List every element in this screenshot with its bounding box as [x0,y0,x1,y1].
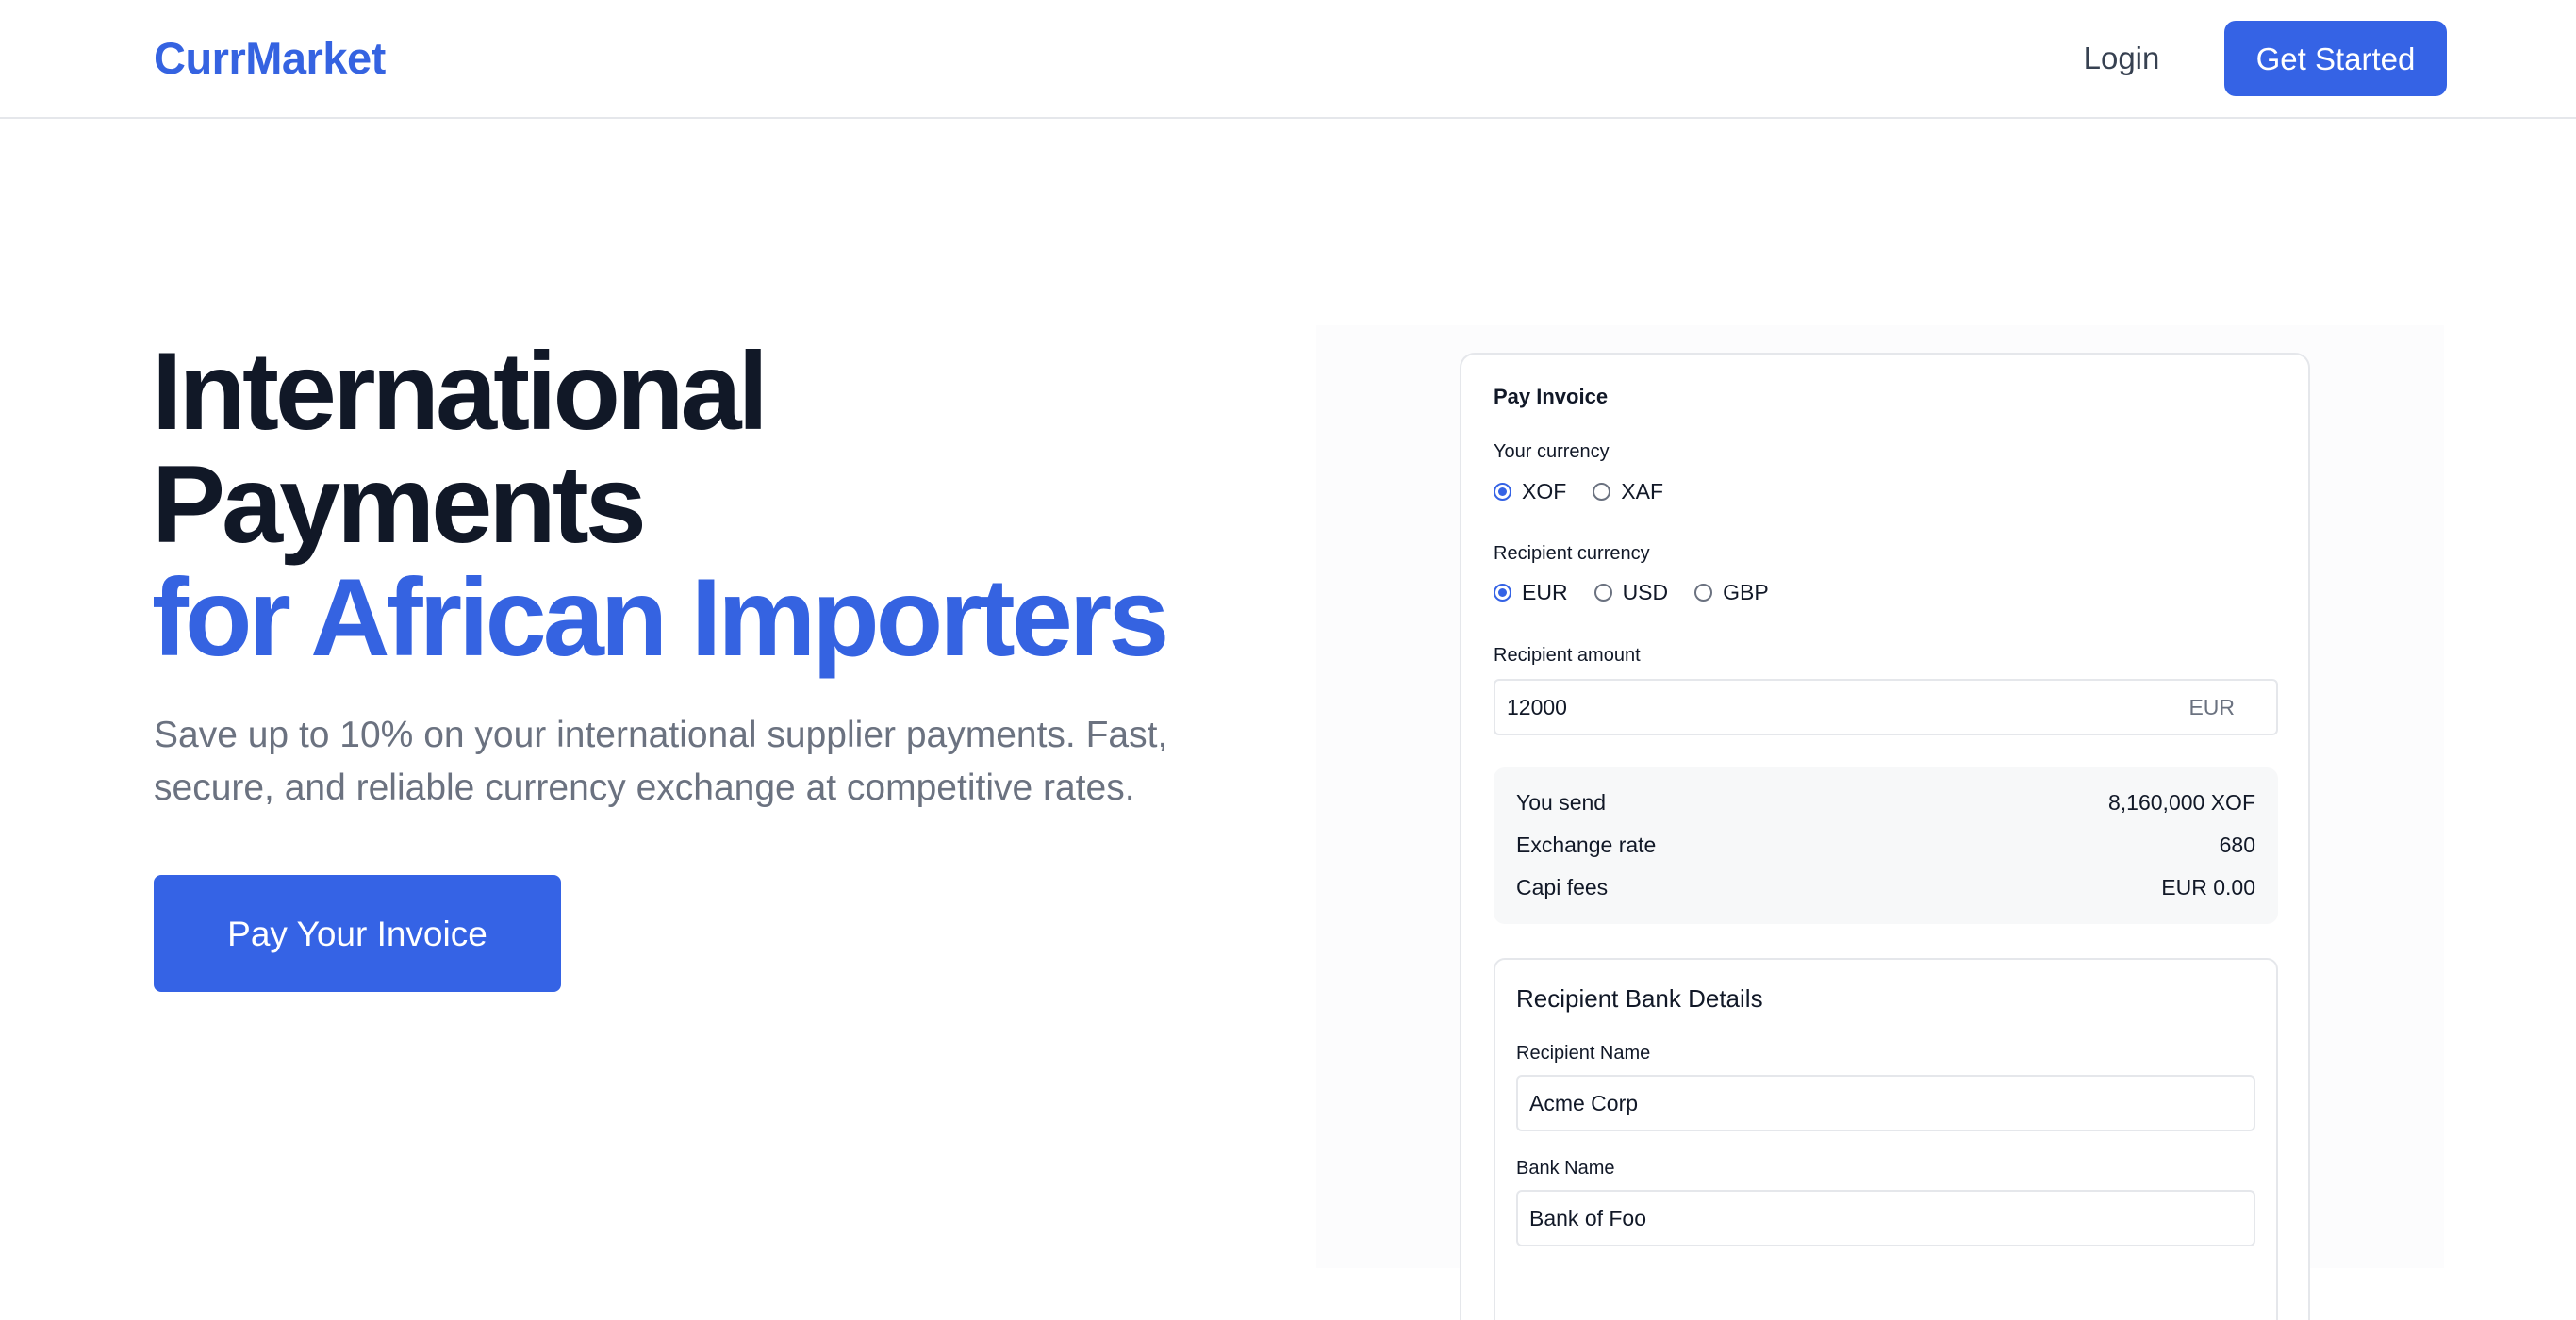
recipient-name-label: Recipient Name [1516,1043,1651,1064]
hero-title-line-1: International [152,329,768,453]
radio-gbp[interactable]: GBP [1694,580,1769,605]
radio-xof-label: XOF [1522,478,1567,503]
recipient-amount-label: Recipient amount [1494,645,1641,666]
radio-xof[interactable]: XOF [1494,479,1566,504]
top-nav: CurrMarket Login Get Started [0,0,2576,119]
radio-xaf[interactable]: XAF [1593,479,1663,504]
login-link[interactable]: Login [2065,34,2178,83]
bank-name-input[interactable]: Bank of Foo [1516,1190,2255,1246]
hero-title: International Payments for African Impor… [152,335,1378,674]
radio-gbp-label: GBP [1723,579,1769,604]
radio-xof-indicator[interactable] [1494,482,1511,501]
bank-name-label: Bank Name [1516,1158,1615,1179]
radio-eur[interactable]: EUR [1494,580,1568,605]
recipient-amount-input[interactable]: 12000 EUR [1494,679,2278,735]
summary-row-fees: Capi fees EUR 0.00 [1516,875,2255,900]
radio-eur-indicator[interactable] [1494,583,1511,602]
recipient-name-input[interactable]: Acme Corp [1516,1075,2255,1131]
fees-value: EUR 0.00 [2161,875,2255,899]
radio-usd-indicator[interactable] [1593,583,1612,602]
recipient-amount-currency-suffix: EUR [2188,695,2235,719]
recipient-bank-details: Recipient Bank Details Recipient Name Ac… [1494,958,2278,1320]
card-title: Pay Invoice [1494,385,1609,408]
radio-xaf-label: XAF [1621,478,1664,503]
exchange-rate-label: Exchange rate [1516,833,1657,857]
get-started-button[interactable]: Get Started [2224,21,2447,96]
hero-title-line-3: for African Importers [152,555,1169,679]
radio-xaf-indicator[interactable] [1593,482,1611,501]
bank-details-title: Recipient Bank Details [1516,984,1763,1013]
summary-row-exchange-rate: Exchange rate 680 [1516,833,2255,858]
pay-your-invoice-button[interactable]: Pay Your Invoice [154,875,561,992]
brand-logo[interactable]: CurrMarket [154,29,386,88]
exchange-rate-value: 680 [2219,833,2255,857]
summary-row-you-send: You send 8,160,000 XOF [1516,790,2255,816]
hero-title-line-2: Payments [152,442,647,566]
pay-invoice-card: Pay Invoice Your currency XOF XAF Recipi… [1460,353,2310,1320]
hero-subtitle: Save up to 10% on your international sup… [154,715,1168,808]
you-send-label: You send [1516,790,1607,815]
recipient-amount-value[interactable]: 12000 [1507,681,1567,734]
you-send-value: 8,160,000 XOF [2108,790,2255,815]
fees-label: Capi fees [1516,875,1609,899]
radio-eur-label: EUR [1522,579,1568,604]
your-currency-radio-group: XOF XAF [1494,477,1690,505]
recipient-currency-radio-group: EUR USD GBP [1494,578,1795,606]
payment-summary: You send 8,160,000 XOF Exchange rate 680… [1494,767,2278,924]
radio-usd-label: USD [1622,579,1669,604]
your-currency-label: Your currency [1494,441,1610,462]
radio-gbp-indicator[interactable] [1694,583,1713,602]
recipient-currency-label: Recipient currency [1494,543,1650,564]
radio-usd[interactable]: USD [1593,579,1669,605]
